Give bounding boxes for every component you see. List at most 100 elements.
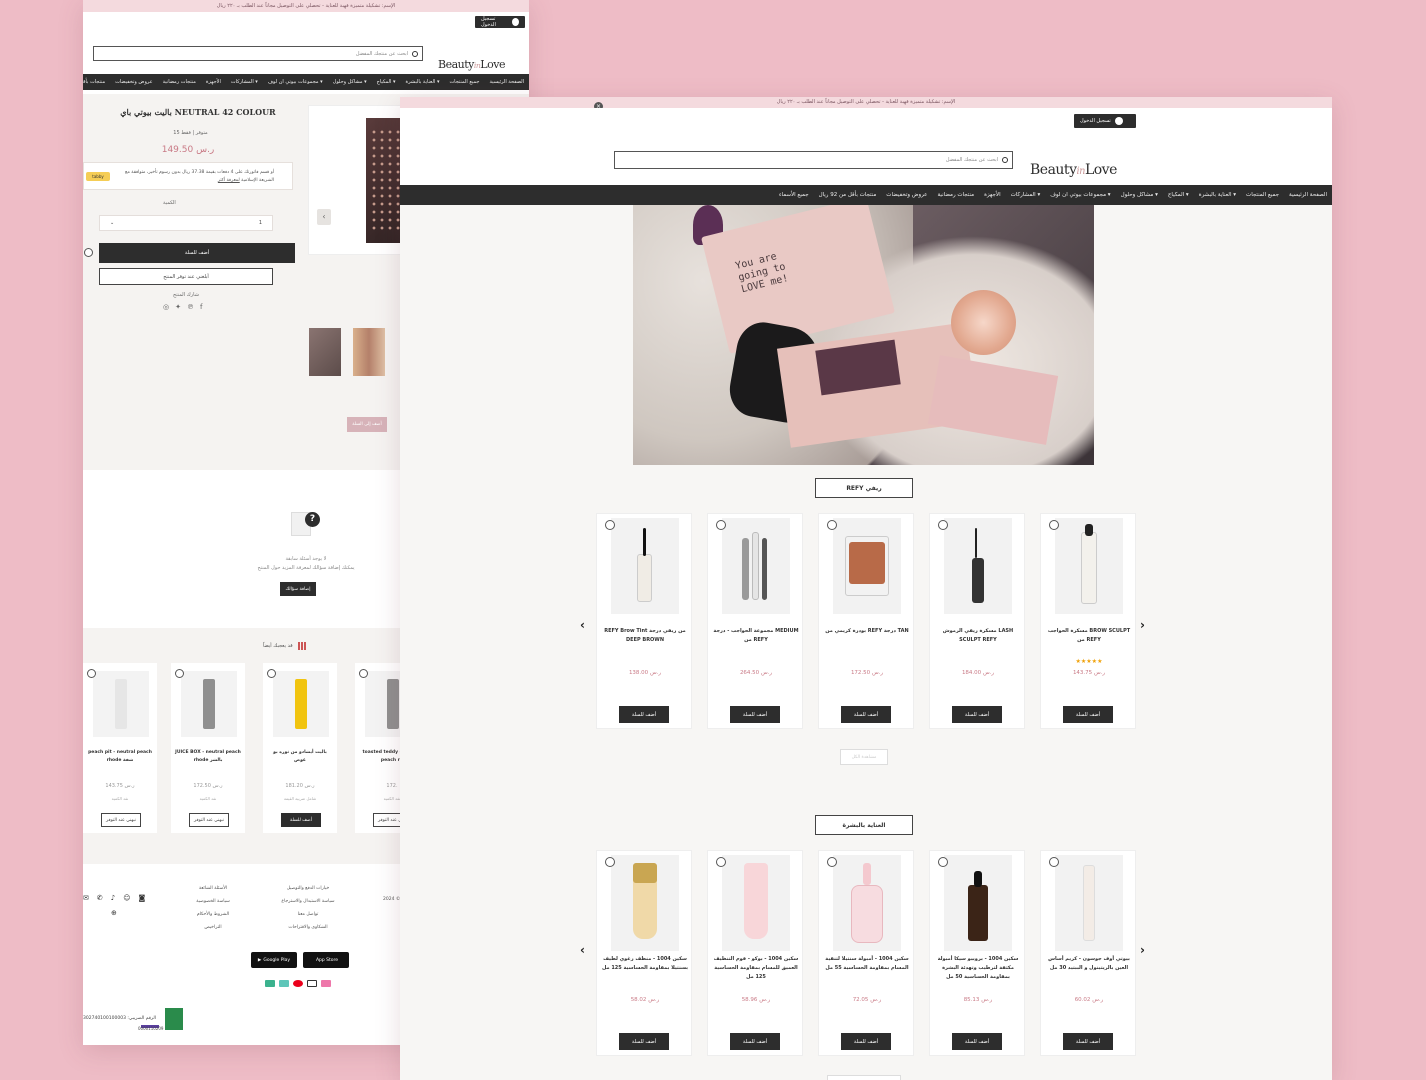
product-action-button[interactable]: نبهني عند التوفر (101, 813, 141, 827)
wishlist-heart-icon[interactable] (84, 248, 93, 257)
product-card[interactable]: سكين 1004 - بروبيو سيكا أمبولة مكثفة لتر… (929, 850, 1025, 1056)
footer-link[interactable]: سياسة الخصوصية (183, 895, 243, 908)
product-image[interactable] (611, 855, 679, 951)
add-to-cart-button[interactable]: أضف للسلة (952, 706, 1002, 723)
product-action-button[interactable]: أضف للسلة (281, 813, 321, 827)
nav-item[interactable]: عروض وتخفيضات (110, 79, 157, 85)
nav-item[interactable]: المشاركات ▾ (1006, 192, 1046, 198)
wishlist-heart-icon[interactable] (716, 857, 726, 867)
nav-item[interactable]: مشاكل وحلول ▾ (1116, 192, 1163, 198)
add-to-cart-button[interactable]: أضف للسلة (1063, 1033, 1113, 1050)
hero-banner-image[interactable]: You are going to LOVE me! (633, 205, 1094, 465)
disabled-add-button[interactable]: أضف إلى السلة (347, 417, 387, 432)
product-action-button[interactable]: نبهني عند التوفر (189, 813, 229, 827)
product-image[interactable] (722, 855, 790, 951)
wishlist-heart-icon[interactable] (1049, 857, 1059, 867)
nav-item[interactable]: المكياج ▾ (1163, 192, 1194, 198)
nav-item[interactable]: عروض وتخفيضات (881, 192, 932, 198)
view-all-button[interactable]: مشاهدة الكل (840, 749, 888, 765)
add-to-cart-button[interactable]: أضف للسلة (619, 1033, 669, 1050)
nav-item[interactable]: منتجات بأقل من 92 ريال (814, 192, 882, 198)
related-product-card[interactable]: باليت أيشادو من نوره بو عوض 181.20 ر.س شام… (263, 663, 337, 833)
notify-me-button[interactable]: أبلغني عند توفر المنتج (99, 268, 273, 285)
add-to-cart-button[interactable]: أضف للسلة (841, 1033, 891, 1050)
product-image[interactable] (722, 518, 790, 614)
product-card[interactable]: سكين 1004 - أمبولة سنتيلا لتنقية المسام … (818, 850, 914, 1056)
nav-item[interactable]: المشاركات ▾ (226, 79, 263, 85)
nav-item[interactable]: مجموعات بيوتي ان لوف ▾ (263, 79, 328, 85)
product-image[interactable] (1055, 518, 1123, 614)
add-to-cart-button[interactable]: أضف للسلة (730, 706, 780, 723)
wishlist-heart-icon[interactable] (827, 857, 837, 867)
footer-link[interactable]: الشكاوى والاقتراحات (263, 921, 353, 934)
nav-item[interactable]: الأجهزة (979, 192, 1006, 198)
nav-item[interactable]: جميع المنتجات (1241, 192, 1284, 198)
nav-item[interactable]: جميع المنتجات (444, 79, 484, 85)
wishlist-heart-icon[interactable] (175, 669, 184, 678)
site-logo[interactable]: BeautyinLove (438, 58, 505, 71)
footer-link[interactable]: سياسة الاستبدال والاسترجاع (263, 895, 353, 908)
nav-item[interactable]: منتجات رمضانية (932, 192, 979, 198)
nav-item[interactable]: الأجهزة (201, 79, 226, 85)
add-to-cart-button[interactable]: أضف للسلة (619, 706, 669, 723)
product-image[interactable] (273, 671, 329, 737)
carousel-next-icon[interactable]: › (1140, 618, 1145, 632)
search-input[interactable]: ابحث عن منتجك المفضل (93, 46, 423, 61)
product-card[interactable]: سكين 1004 - بوكو - فوم التنظيف العميق لل… (707, 850, 803, 1056)
nav-item[interactable]: جميع الأسماء (774, 192, 814, 198)
wishlist-heart-icon[interactable] (87, 669, 96, 678)
snapchat-icon[interactable]: ☺ (123, 894, 130, 902)
footer-link[interactable]: الأسئلة الشائعة (183, 882, 243, 895)
add-to-cart-button[interactable]: أضف للسلة (952, 1033, 1002, 1050)
nav-item[interactable]: الصفحة الرئيسية (1284, 192, 1332, 198)
product-card[interactable]: REFY Brow Tint من ريفي درجة DEEP BROWN 13… (596, 513, 692, 729)
nav-item[interactable]: مجموعات بيوتي ان لوف ▾ (1045, 192, 1115, 198)
add-to-cart-button[interactable]: أضف للسلة (730, 1033, 780, 1050)
wishlist-heart-icon[interactable] (605, 857, 615, 867)
tabby-learn-more-link[interactable]: لمعرفة أكثر (218, 178, 240, 183)
product-card[interactable]: مجموعة الحواجب - درجة MEDIUM من REFY 264.… (707, 513, 803, 729)
nav-item[interactable]: مشاكل وحلول ▾ (328, 79, 372, 85)
carousel-next-icon[interactable]: › (1140, 943, 1145, 957)
nav-item[interactable]: العناية بالبشرة ▾ (401, 79, 445, 85)
footer-link[interactable]: خيارات الدفع والتوصيل (263, 882, 353, 895)
product-image[interactable] (833, 518, 901, 614)
nav-item[interactable]: المكياج ▾ (372, 79, 401, 85)
thumbnail-2[interactable] (353, 328, 385, 376)
product-card[interactable]: بودرة كريمي من REFY درجة TAN 172.50 ر.س أض… (818, 513, 914, 729)
add-question-button[interactable]: إضافة سؤالك (280, 582, 316, 596)
footer-link[interactable]: الشروط والأحكام (183, 908, 243, 921)
nav-item[interactable]: منتجات بأقل من 92 ريال (83, 79, 110, 85)
instagram-icon[interactable]: ◙ (139, 894, 146, 902)
phone-icon[interactable]: ✆ (97, 894, 103, 902)
related-product-card[interactable]: peach pit - neutral peach rhode شفة 143.7… (83, 663, 157, 833)
nav-item[interactable]: الصفحة الرئيسية (485, 79, 530, 85)
quantity-select[interactable]: ⌄ 1 (99, 215, 273, 231)
product-card[interactable]: سكين 1004 - منظف رغوي لطيف بسنتيلا بمقاو… (596, 850, 692, 1056)
wishlist-heart-icon[interactable] (938, 857, 948, 867)
section-title-refy[interactable]: REFY ريفي (815, 478, 913, 498)
whatsapp-icon[interactable]: ◎ (163, 303, 169, 311)
site-logo[interactable]: BeautyinLove (1030, 162, 1117, 178)
pinterest-icon[interactable]: ℗ (187, 303, 194, 311)
twitter-icon[interactable]: ✦ (175, 303, 181, 311)
nav-item[interactable]: العناية بالبشرة ▾ (1194, 192, 1241, 198)
wishlist-heart-icon[interactable] (938, 520, 948, 530)
carousel-prev-icon[interactable]: ‹ (580, 943, 585, 957)
product-image[interactable] (611, 518, 679, 614)
globe-icon[interactable]: ⊕ (111, 909, 117, 917)
google-play-badge[interactable]: ▶ Google Play (251, 952, 297, 968)
related-product-card[interactable]: JUICE BOX - neutral peach rhode بالشر 172… (171, 663, 245, 833)
add-to-cart-button[interactable]: أضف للسلة (841, 706, 891, 723)
product-image[interactable] (181, 671, 237, 737)
footer-link[interactable]: التراخيص (183, 921, 243, 934)
product-image[interactable] (93, 671, 149, 737)
product-image[interactable] (833, 855, 901, 951)
login-button[interactable]: تسجيل الدخول (475, 16, 525, 28)
carousel-prev-icon[interactable]: ‹ (580, 618, 585, 632)
nav-item[interactable]: منتجات رمضانية (158, 79, 201, 85)
app-store-badge[interactable]: App Store (303, 952, 349, 968)
wishlist-heart-icon[interactable] (1049, 520, 1059, 530)
email-icon[interactable]: ✉ (83, 894, 89, 902)
facebook-icon[interactable]: f (200, 303, 202, 311)
